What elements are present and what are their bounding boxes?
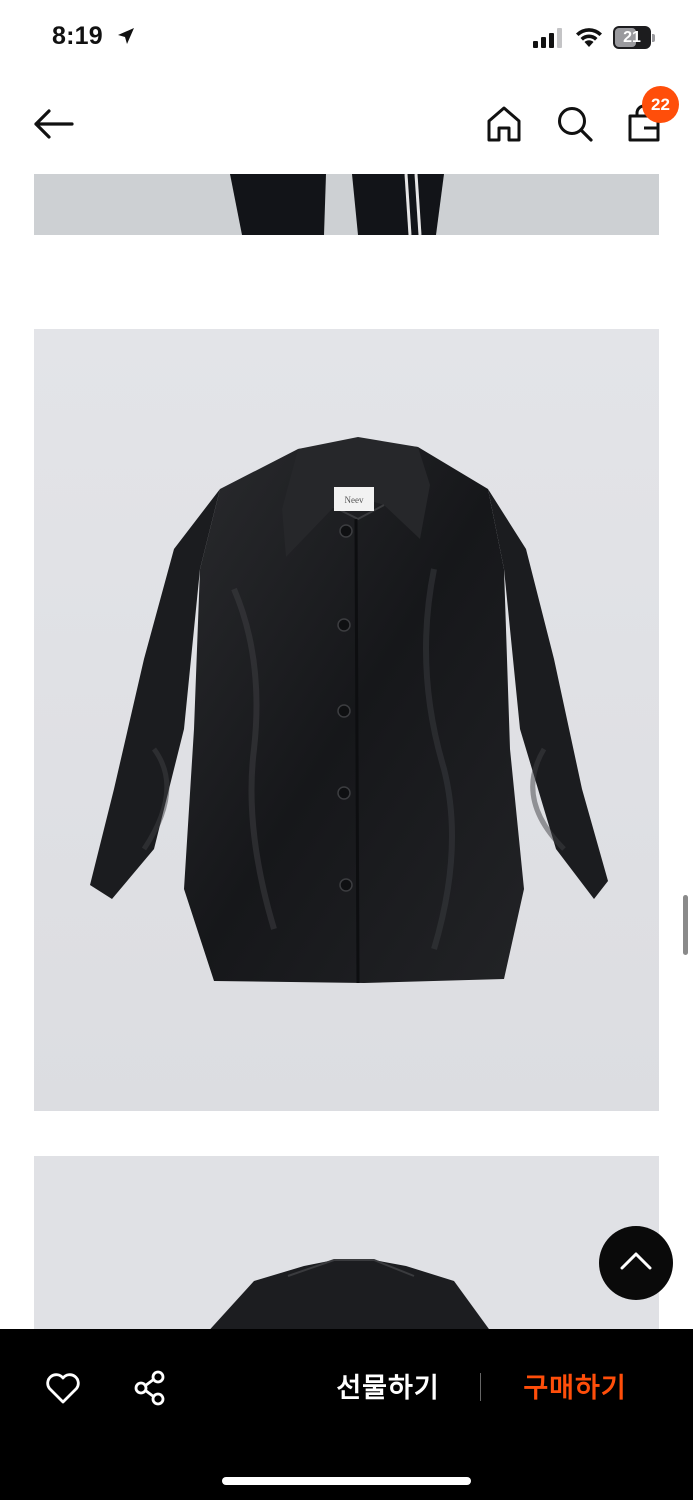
home-icon[interactable]	[485, 104, 523, 149]
home-indicator[interactable]	[222, 1477, 471, 1485]
gift-button[interactable]: 선물하기	[310, 1367, 466, 1411]
wifi-icon	[575, 26, 603, 53]
top-nav-bar	[0, 76, 693, 172]
brand-tag-text: Neev	[345, 495, 364, 505]
search-icon[interactable]	[555, 104, 595, 149]
status-time: 8:19	[52, 22, 103, 50]
cellular-signal-icon	[533, 28, 563, 53]
product-image-3	[34, 1156, 659, 1336]
bottom-action-bar: 선물하기 구매하기	[0, 1329, 693, 1500]
scroll-to-top-button[interactable]	[599, 1226, 673, 1300]
scrollbar[interactable]	[683, 895, 688, 955]
share-icon[interactable]	[132, 1369, 168, 1407]
cart-count-badge: 22	[642, 86, 679, 123]
location-arrow-icon	[116, 26, 136, 51]
battery-level: 21	[623, 29, 641, 46]
product-image-1	[34, 174, 659, 235]
battery-icon: 21	[613, 26, 655, 49]
product-image-main: Neev	[34, 329, 659, 1111]
divider	[480, 1373, 481, 1401]
heart-icon[interactable]	[44, 1369, 82, 1407]
chevron-up-icon	[619, 1251, 653, 1276]
status-bar: 8:19 21	[0, 0, 693, 76]
buy-button[interactable]: 구매하기	[495, 1367, 655, 1411]
back-arrow-icon[interactable]	[30, 104, 76, 144]
